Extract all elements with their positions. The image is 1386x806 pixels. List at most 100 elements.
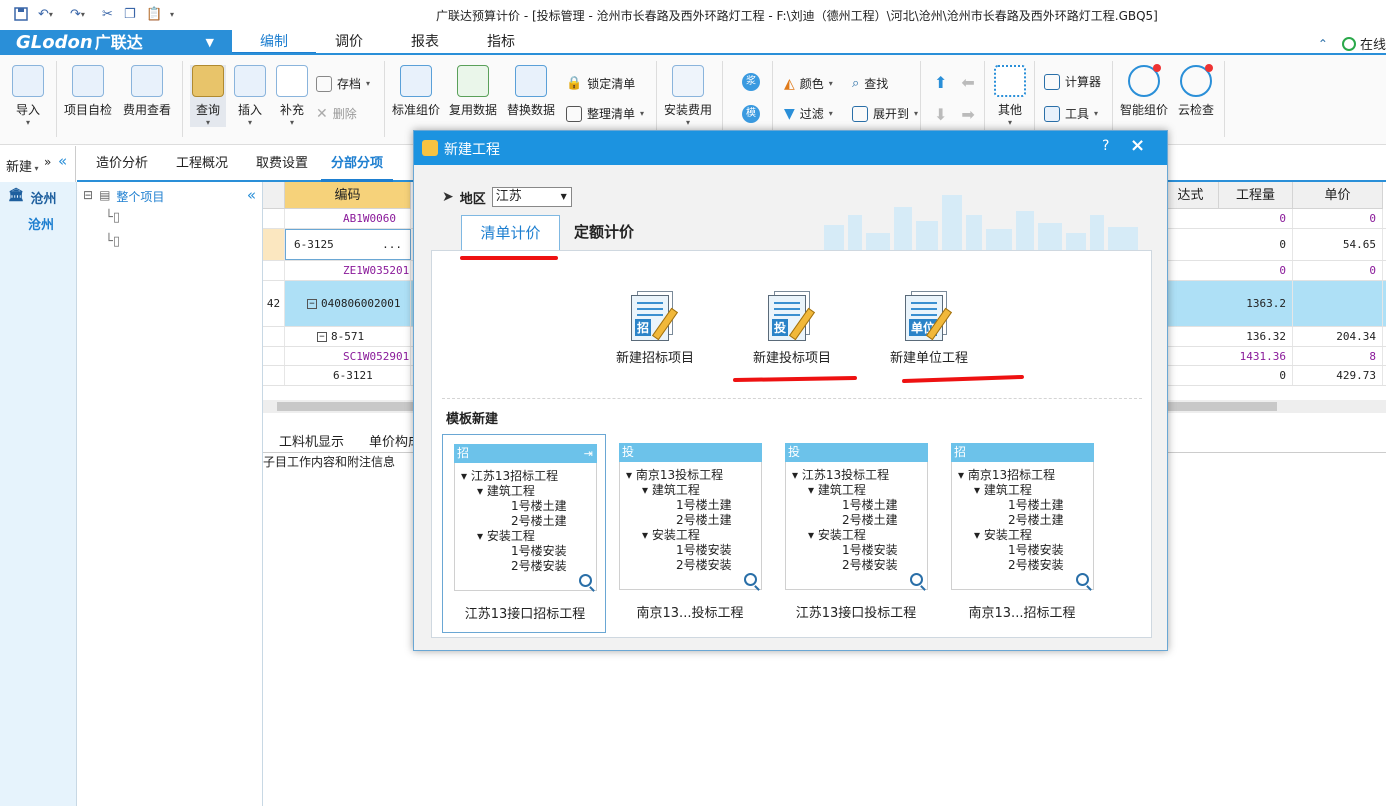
menu-tab-edit[interactable]: 编制 [232, 30, 316, 55]
arrow-right-icon[interactable]: ➡ [961, 105, 974, 124]
menu-tab-adjust[interactable]: 调价 [316, 30, 382, 55]
region-label: 地区 [459, 191, 486, 207]
archive-button[interactable]: 存档 ▾ [316, 75, 370, 92]
import-button[interactable]: 导入 ▾ [12, 65, 44, 127]
color-button[interactable]: ◭ 颜色 ▾ [784, 75, 833, 92]
tree-root[interactable]: ⊟ ▤ 整个项目 [83, 188, 164, 205]
menu-tab-index[interactable]: 指标 [468, 30, 534, 55]
tab-material[interactable]: 工料机显示 [279, 431, 344, 450]
customize-icon[interactable]: ▾ [170, 5, 174, 23]
online-label: 在线 [1359, 38, 1386, 53]
collapse-tree-icon[interactable]: « [247, 186, 256, 204]
tab-project-overview[interactable]: 工程概况 [163, 146, 241, 182]
tab-fee-settings[interactable]: 取费设置 [243, 146, 321, 182]
paste-icon[interactable]: 📋 [146, 5, 162, 23]
grid-head-price[interactable]: 单价 [1293, 182, 1383, 209]
row-price: 204.34 [1293, 327, 1383, 346]
template-badge: 招 [457, 446, 470, 460]
self-check-button[interactable]: 项目自检 [64, 65, 112, 118]
undo-icon[interactable]: ↶ ▾ [38, 5, 53, 23]
save-icon[interactable] [14, 5, 28, 23]
tab-sub-items[interactable]: 分部分项 [321, 146, 393, 182]
install-fee-button[interactable]: 安装费用 ▾ [664, 65, 712, 127]
tree-collapse-icon[interactable]: ⊟ [83, 188, 93, 205]
template-tree: ▾ 南京13投标工程 ▾ 建筑工程 1号楼土建 2号楼土建 ▾ 安装工程 1号楼… [619, 462, 762, 590]
template-card[interactable]: 投 ▾ 江苏13投标工程 ▾ 建筑工程 1号楼土建 2号楼土建 ▾ 安装工程 1… [774, 434, 938, 633]
grid-head-code[interactable]: 编码 [285, 182, 411, 209]
new-bid-invite-button[interactable]: 招 新建招标项目 [595, 291, 715, 366]
replace-data-icon [515, 65, 547, 97]
new-button[interactable]: 新建 ▾ [6, 156, 39, 175]
smart-price-button[interactable]: 智能组价 [1120, 64, 1168, 118]
template-root: 江苏13招标工程 [470, 469, 559, 483]
other-button[interactable]: 其他 ▾ [994, 65, 1026, 127]
redo-icon[interactable]: ↷ ▾ [70, 5, 85, 23]
ellipsis-icon[interactable]: ... [382, 238, 402, 251]
circle-btn-1[interactable]: 浆 [742, 73, 760, 91]
tree-leaf-2[interactable]: └▯ [105, 234, 120, 249]
insert-button[interactable]: 插入 ▾ [234, 65, 266, 127]
new-unit-project-button[interactable]: 单位 新建单位工程 [869, 291, 989, 366]
online-status[interactable]: ⌃ 在线 [1318, 34, 1386, 53]
template-card[interactable]: 招 ▾ 南京13招标工程 ▾ 建筑工程 1号楼土建 2号楼土建 ▾ 安装工程 1… [940, 434, 1104, 633]
arrow-left-icon[interactable]: ⬅ [961, 73, 974, 92]
calculator-button[interactable]: 计算器 [1044, 73, 1101, 90]
new-bid-submit-button[interactable]: 投 新建投标项目 [732, 291, 852, 366]
search-icon[interactable] [910, 573, 923, 586]
grid-head-expr[interactable]: 达式 [1163, 182, 1219, 209]
organize-list-button[interactable]: 整理清单 ▾ [566, 105, 644, 122]
project-root[interactable]: 🏛 沧州 [8, 188, 57, 207]
lock-list-button[interactable]: 🔒 锁定清单 [566, 75, 635, 92]
help-icon[interactable]: ? [1102, 138, 1109, 154]
row-code-editor[interactable]: 6-3125 ... [285, 229, 411, 260]
pin-icon[interactable]: ⇥ [584, 444, 593, 463]
find-button[interactable]: ⌕ 查找 [852, 75, 888, 92]
collapse-ribbon-icon[interactable]: ⌃ [1318, 37, 1328, 51]
logo-text: GLodon [16, 32, 93, 53]
template-card[interactable]: 招 ⇥ ▾ 江苏13招标工程 ▾ 建筑工程 1号楼土建 2号楼土建 ▾ 安装工程 … [442, 434, 606, 633]
menu-tab-report[interactable]: 报表 [392, 30, 458, 55]
delete-label: 删除 [332, 107, 357, 121]
collapse-left-icon[interactable]: « [58, 152, 67, 170]
query-icon [192, 65, 224, 97]
replace-data-label: 替换数据 [507, 103, 556, 117]
arrow-down-icon[interactable]: ⬇ [934, 105, 947, 124]
fee-view-button[interactable]: 费用查看 [123, 65, 171, 118]
collapse-icon[interactable]: − [317, 331, 327, 342]
project-sub[interactable]: 沧州 [28, 214, 54, 233]
tab-list-pricing[interactable]: 清单计价 [461, 215, 560, 251]
delete-button[interactable]: ✕ 删除 [316, 105, 357, 122]
cloud-check-button[interactable]: 云检查 [1178, 64, 1214, 118]
tab-quota-pricing[interactable]: 定额计价 [574, 221, 634, 242]
search-icon[interactable] [744, 573, 757, 586]
row-price: 54.65 [1293, 229, 1383, 260]
cut-icon[interactable]: ✂ [102, 5, 113, 23]
circle-btn-2[interactable]: 模 [742, 105, 760, 123]
std-price-button[interactable]: 标准组价 [392, 65, 440, 118]
tools-button[interactable]: 工具 ▾ [1044, 105, 1098, 122]
filter-icon: ▼ [784, 105, 795, 122]
tree-leaf-1[interactable]: └▯ [105, 210, 120, 225]
tab-cost-analysis[interactable]: 造价分析 [83, 146, 161, 182]
dialog-panel: 招 新建招标项目 投 新建投标项目 单位 新建单位工程 模板新建 招 ⇥ ▾ 江… [431, 250, 1152, 638]
search-icon[interactable] [579, 574, 592, 587]
replace-data-button[interactable]: 替换数据 [507, 65, 555, 118]
row-qty: 0 [1219, 366, 1293, 385]
template-card[interactable]: 投 ▾ 南京13投标工程 ▾ 建筑工程 1号楼土建 2号楼土建 ▾ 安装工程 1… [608, 434, 772, 633]
arrow-up-icon[interactable]: ⬆ [934, 73, 947, 92]
expand-to-button[interactable]: 展开到 ▾ [852, 105, 918, 122]
grid-head-qty[interactable]: 工程量 [1219, 182, 1293, 209]
filter-button[interactable]: ▼ 过滤 ▾ [784, 105, 833, 122]
copy-icon[interactable]: ❐ [124, 5, 136, 23]
circle-icon-1: 浆 [742, 73, 760, 91]
app-logo[interactable]: GLodon 广联达 ▼ [0, 30, 232, 55]
more-icon[interactable]: » [44, 155, 51, 169]
close-icon[interactable]: × [1130, 135, 1145, 156]
query-button[interactable]: 查询 ▾ [190, 65, 226, 127]
reuse-data-button[interactable]: 复用数据 [449, 65, 497, 118]
collapse-icon[interactable]: − [307, 298, 317, 309]
find-label: 查找 [864, 77, 889, 91]
search-icon[interactable] [1076, 573, 1089, 586]
region-select[interactable]: 江苏 ▼ [491, 187, 572, 207]
supplement-button[interactable]: 补充 ▾ [276, 65, 308, 127]
